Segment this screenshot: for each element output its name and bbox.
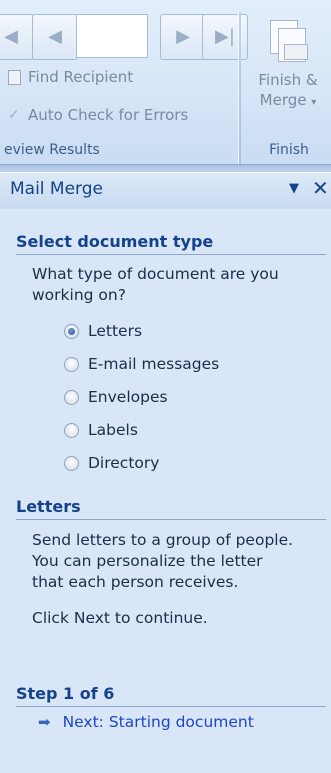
mail-merge-pane: Mail Merge ▼ ✕ <box>0 172 331 773</box>
preview-results-group-label: eview Results <box>4 142 100 158</box>
dropdown-arrow-icon: ▾ <box>311 97 317 108</box>
select-type-prompt-line2: working on? <box>32 286 126 304</box>
step-indicator: Step 1 of 6 <box>16 684 326 707</box>
group-separator <box>238 12 241 164</box>
radio-button[interactable] <box>64 455 79 471</box>
continue-instruction: Click Next to continue. <box>32 609 208 627</box>
previous-record-button[interactable]: ◀ <box>32 14 78 60</box>
pane-header: Mail Merge ▼ ✕ <box>0 172 331 209</box>
section-heading-letters: Letters <box>16 497 326 520</box>
radio-button[interactable] <box>64 422 79 438</box>
next-starting-document-link[interactable]: ➡ Next: Starting document <box>38 713 254 731</box>
finish-merge-label-line2: Merge ▾ <box>259 91 317 109</box>
letters-description-line3: that each person receives. <box>32 573 239 591</box>
radio-button-checked[interactable] <box>64 323 79 339</box>
section-heading-select-type: Select document type <box>16 232 326 255</box>
select-type-prompt-line1: What type of document are you <box>32 265 279 283</box>
finish-group: Finish & Merge ▾ Finish <box>244 0 331 164</box>
option-letters[interactable]: Letters <box>64 322 142 340</box>
pane-close-icon[interactable]: ✕ <box>312 176 329 200</box>
option-labels[interactable]: Labels <box>64 421 138 439</box>
first-record-button[interactable]: ◀ <box>0 14 34 60</box>
option-envelopes[interactable]: Envelopes <box>64 388 168 406</box>
radio-button[interactable] <box>64 389 79 405</box>
finish-merge-label-line1: Finish & <box>258 71 318 89</box>
option-directory[interactable]: Directory <box>64 454 159 472</box>
find-recipient-button[interactable]: Find Recipient <box>8 68 133 86</box>
document-icon <box>8 69 21 85</box>
finish-group-label: Finish <box>269 142 309 158</box>
record-number-input[interactable] <box>76 14 148 58</box>
pane-options-dropdown-icon[interactable]: ▼ <box>289 181 299 196</box>
next-record-button[interactable]: ▶ <box>160 14 206 60</box>
preview-results-group: ◀ ◀ ▶ ▶| Find Recipient ✓ Auto Check for… <box>0 0 248 164</box>
finish-merge-icon <box>266 20 310 64</box>
pane-title: Mail Merge <box>10 179 104 199</box>
ribbon: ◀ ◀ ▶ ▶| Find Recipient ✓ Auto Check for… <box>0 0 331 164</box>
check-icon: ✓ <box>8 106 20 123</box>
radio-button[interactable] <box>64 356 79 372</box>
last-record-button[interactable]: ▶| <box>202 14 248 60</box>
finish-merge-button[interactable]: Finish & Merge ▾ <box>250 12 326 132</box>
letters-description-line2: You can personalize the letter <box>32 552 263 570</box>
arrow-right-icon: ➡ <box>38 713 51 731</box>
letters-description-line1: Send letters to a group of people. <box>32 531 294 549</box>
auto-check-errors-button[interactable]: ✓ Auto Check for Errors <box>8 106 188 124</box>
option-email-messages[interactable]: E-mail messages <box>64 355 219 373</box>
